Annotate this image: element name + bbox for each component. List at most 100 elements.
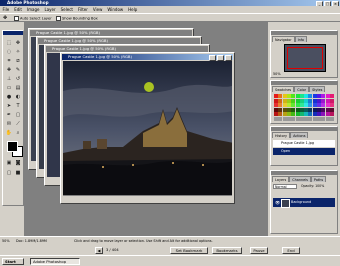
navigator-title-bar (271, 31, 337, 35)
menu-view[interactable]: View (90, 6, 105, 13)
blend-mode-select[interactable]: Normal (273, 184, 297, 189)
menu-select[interactable]: Select (58, 6, 75, 13)
playback-bar: ◀ 3 / 404 Set Bookmark Bookmarks Pause E… (0, 246, 340, 255)
history-snapshot[interactable]: Prague Castle 1.jpg (273, 140, 335, 147)
status-hint: Click and drag to move layer or selectio… (74, 239, 213, 243)
move-tool-icon[interactable]: ✥ (14, 39, 22, 47)
menu-help[interactable]: Help (126, 6, 140, 13)
status-doc-size[interactable]: Doc: 1.89M/1.89M (16, 239, 47, 243)
tab-color[interactable]: Color (294, 86, 310, 92)
crop-tool-icon[interactable]: ⌗ (5, 57, 13, 65)
pause-button[interactable]: Pause (250, 247, 268, 254)
standard-mode-icon[interactable]: ▣ (5, 159, 13, 167)
path-select-icon[interactable]: ➤ (5, 102, 13, 110)
tab-history[interactable]: History (272, 132, 291, 138)
move-tool-icon: ✥ (3, 15, 8, 21)
tab-swatches[interactable]: Swatches (272, 86, 295, 92)
options-bar: ✥ Auto Select Layer Show Bounding Box (0, 13, 340, 22)
layer-name: Background (291, 200, 312, 204)
tab-styles[interactable]: Styles (309, 86, 326, 92)
dodge-tool-icon[interactable]: ◐ (14, 93, 22, 101)
blur-tool-icon[interactable]: ● (5, 93, 13, 101)
taskbar-app-photoshop[interactable]: Adobe Photoshop (30, 258, 80, 265)
history-panel: History Actions Prague Castle 1.jpg Open (270, 126, 338, 166)
frame-counter: 3 / 404 (106, 248, 119, 252)
color-swatch[interactable] (329, 112, 334, 117)
start-label: Start (5, 259, 16, 264)
gradient-tool-icon[interactable]: ▤ (14, 84, 22, 92)
active-document-window[interactable]: Prague Castle 1.jpg @ 50% (RGB) (60, 52, 235, 204)
color-swatch[interactable] (329, 103, 334, 108)
document-scroll-bar[interactable] (63, 195, 232, 202)
bounding-box-option[interactable]: Show Bounding Box (56, 16, 98, 21)
start-button[interactable]: Start (2, 258, 24, 265)
color-swatch[interactable] (329, 98, 334, 103)
history-title-bar (271, 127, 337, 131)
eyedropper-tool-icon[interactable]: ⟋ (14, 120, 22, 128)
eraser-tool-icon[interactable]: ▭ (5, 84, 13, 92)
marquee-tool-icon[interactable]: ⬚ (5, 39, 13, 47)
cursor-brush-marker (144, 82, 154, 92)
zoom-tool-icon[interactable]: ⌕ (14, 129, 22, 137)
fullscreen-mode-icon[interactable]: ■ (14, 169, 22, 177)
menu-image[interactable]: Image (24, 6, 42, 13)
slice-tool-icon[interactable]: ⧄ (14, 57, 22, 65)
swatches-panel: Swatches Color Styles (270, 80, 338, 124)
auto-select-checkbox[interactable] (14, 16, 19, 21)
menu-filter[interactable]: Filter (75, 6, 90, 13)
layer-thumbnail (281, 199, 290, 208)
layers-title-bar (271, 171, 337, 175)
brush-tool-icon[interactable]: ✎ (14, 66, 22, 74)
rewind-button[interactable]: ◀ (95, 247, 103, 254)
menu-file[interactable]: File (0, 6, 12, 13)
history-state-open[interactable]: Open (273, 148, 335, 155)
clone-stamp-icon[interactable]: ⊥ (5, 75, 13, 83)
screen-mode-icon[interactable]: ▢ (5, 169, 13, 177)
tab-paths[interactable]: Paths (310, 176, 327, 182)
shape-tool-icon[interactable]: ▢ (14, 111, 22, 119)
healing-brush-icon[interactable]: ✚ (5, 66, 13, 74)
tab-channels[interactable]: Channels (289, 176, 311, 182)
swatch-grid[interactable] (274, 94, 334, 122)
color-swatch[interactable] (329, 94, 334, 98)
notes-tool-icon[interactable]: ✉ (5, 120, 13, 128)
set-bookmark-button[interactable]: Set Bookmark (170, 247, 208, 254)
quickmask-mode-icon[interactable]: ◙ (14, 159, 22, 167)
bookmarks-button[interactable]: Bookmarks (212, 247, 242, 254)
tab-info[interactable]: Info (294, 36, 308, 42)
menu-edit[interactable]: Edit (12, 6, 25, 13)
status-bar: 50% Doc: 1.89M/1.89M Click and drag to m… (0, 236, 340, 246)
layers-panel: Layers Channels Paths Normal Opacity: 10… (270, 170, 338, 234)
bounding-box-checkbox[interactable] (56, 16, 61, 21)
type-tool-icon[interactable]: T (14, 102, 22, 110)
tab-navigator[interactable]: Navigator (272, 36, 295, 42)
color-swatch[interactable] (329, 117, 334, 121)
toolbox: ⬚ ✥ ◌ ✧ ⌗ ⧄ ✚ ✎ ⊥ ↺ ▭ ▤ ● ◐ ➤ T ✒ ▢ ✉ ⟋ … (2, 30, 24, 206)
navigator-view-box[interactable] (287, 47, 323, 69)
auto-select-label: Auto Select Layer (20, 16, 52, 21)
navigator-zoom[interactable]: 50% (273, 72, 281, 76)
eye-icon[interactable]: 👁 (275, 200, 280, 205)
end-button[interactable]: End (282, 247, 300, 254)
workspace: Prague Castle 1.jpg @ 50% (RGB) Prague C… (24, 22, 268, 236)
document-canvas[interactable] (63, 61, 232, 195)
color-swatch[interactable] (329, 107, 334, 112)
lasso-tool-icon[interactable]: ◌ (5, 48, 13, 56)
pen-tool-icon[interactable]: ✒ (5, 111, 13, 119)
foreground-color-top (7, 141, 18, 152)
history-brush-icon[interactable]: ↺ (14, 75, 22, 83)
opacity-field[interactable]: Opacity: 100% (301, 184, 324, 189)
auto-select-option[interactable]: Auto Select Layer (14, 16, 52, 21)
tab-layers[interactable]: Layers (272, 176, 290, 182)
status-zoom[interactable]: 50% (2, 239, 10, 243)
document-title: Prague Castle 1.jpg @ 50% (RGB) (62, 54, 233, 60)
hand-tool-icon[interactable]: ✋ (5, 129, 13, 137)
menu-layer[interactable]: Layer (42, 6, 58, 13)
menu-window[interactable]: Window (105, 6, 126, 13)
magic-wand-tool-icon[interactable]: ✧ (14, 48, 22, 56)
taskbar-app-label: Adobe Photoshop (33, 259, 67, 264)
swatches-title-bar (271, 81, 337, 85)
navigator-thumbnail[interactable] (284, 44, 326, 72)
tab-actions[interactable]: Actions (290, 132, 309, 138)
navigator-panel: Navigator Info 50% (270, 30, 338, 78)
